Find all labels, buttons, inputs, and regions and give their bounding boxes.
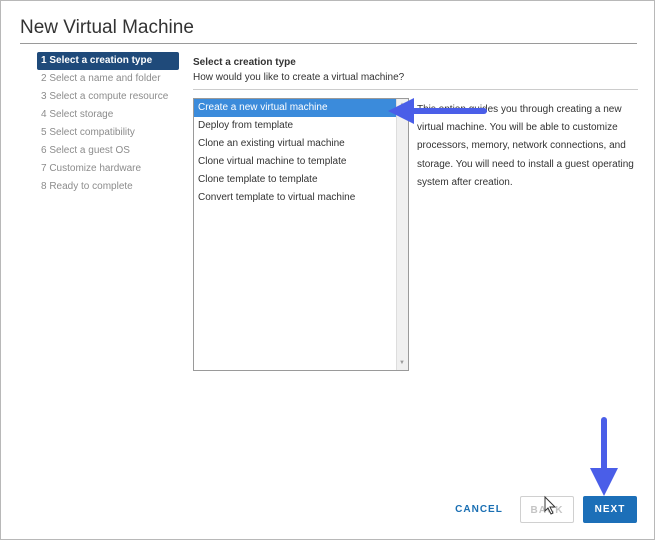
- list-scrollbar[interactable]: ▲ ▼: [396, 99, 408, 370]
- option-clone-existing-vm[interactable]: Clone an existing virtual machine: [194, 135, 396, 153]
- option-clone-template-to-template[interactable]: Clone template to template: [194, 171, 396, 189]
- title-divider: [20, 43, 637, 44]
- triangle-down-icon[interactable]: ▼: [399, 360, 405, 366]
- option-create-new-vm[interactable]: Create a new virtual machine: [194, 99, 396, 117]
- next-button[interactable]: NEXT: [583, 496, 637, 523]
- dialog-title: New Virtual Machine: [20, 17, 194, 38]
- option-description: This option guides you through creating …: [417, 104, 634, 188]
- section-heading: Select a creation type: [193, 57, 296, 68]
- step-select-storage: 4 Select storage: [41, 109, 114, 120]
- step-select-name-folder: 2 Select a name and folder: [41, 73, 161, 84]
- step-select-creation-type[interactable]: 1 Select a creation type: [37, 52, 179, 70]
- triangle-up-icon[interactable]: ▲: [399, 102, 405, 108]
- section-question: How would you like to create a virtual m…: [193, 72, 405, 83]
- cancel-button[interactable]: CANCEL: [447, 496, 511, 523]
- option-convert-template-to-vm[interactable]: Convert template to virtual machine: [194, 189, 396, 207]
- back-button: BACK: [520, 496, 574, 523]
- step-select-guest-os: 6 Select a guest OS: [41, 145, 130, 156]
- step-select-compatibility: 5 Select compatibility: [41, 127, 135, 138]
- step-ready-to-complete: 8 Ready to complete: [41, 181, 133, 192]
- step-customize-hardware: 7 Customize hardware: [41, 163, 142, 174]
- option-deploy-from-template[interactable]: Deploy from template: [194, 117, 396, 135]
- step-select-compute-resource: 3 Select a compute resource: [41, 91, 169, 102]
- creation-type-list[interactable]: Create a new virtual machine Deploy from…: [193, 98, 409, 371]
- option-clone-vm-to-template[interactable]: Clone virtual machine to template: [194, 153, 396, 171]
- new-vm-dialog: New Virtual Machine 1 Select a creation …: [0, 0, 655, 540]
- section-divider: [193, 89, 638, 90]
- wizard-steps: 1 Select a creation type 2 Select a name…: [37, 52, 179, 196]
